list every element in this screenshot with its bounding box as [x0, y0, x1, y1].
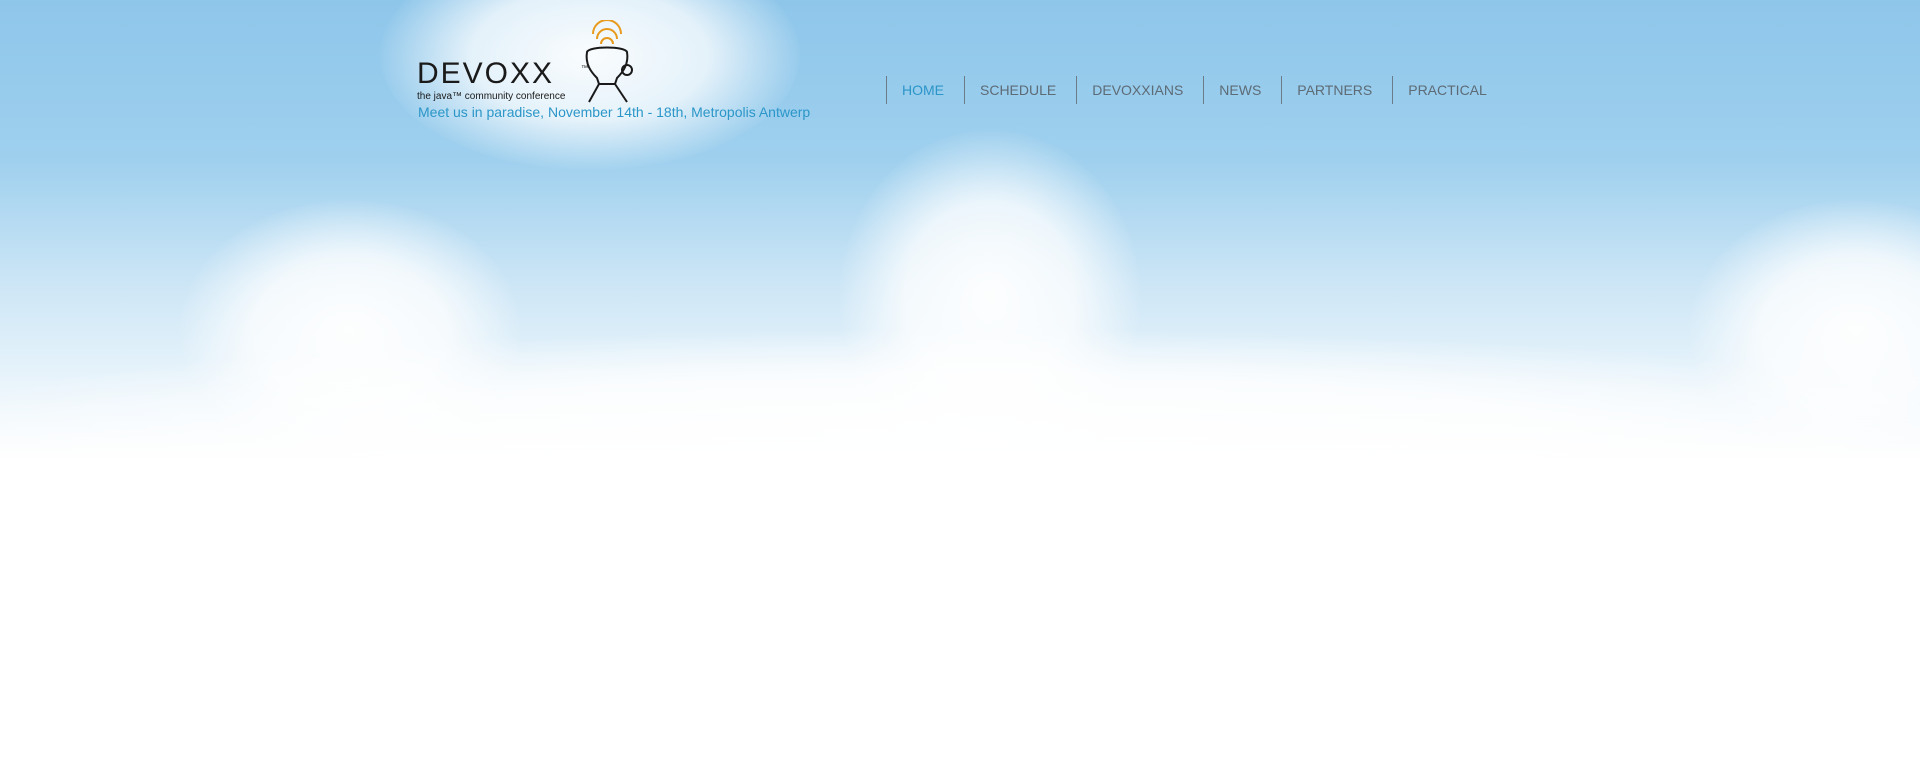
coffee-cup-icon — [585, 20, 633, 103]
nav-item-practical[interactable]: PRACTICAL — [1392, 76, 1507, 104]
devoxx-logo[interactable]: DEVOXX ™ the java™ community conference — [417, 20, 637, 104]
nav-item-devoxxians[interactable]: DEVOXXIANS — [1076, 76, 1203, 104]
logo-wordmark-text: DEVOXX — [417, 57, 554, 90]
nav-item-home[interactable]: HOME — [886, 76, 964, 104]
site-header: DEVOXX ™ the java™ community conference … — [0, 0, 1920, 130]
main-nav: HOME SCHEDULE DEVOXXIANS NEWS PARTNERS P… — [886, 76, 1507, 104]
tagline: Meet us in paradise, November 14th - 18t… — [418, 104, 811, 120]
logo-trademark: ™ — [581, 65, 588, 72]
nav-item-news[interactable]: NEWS — [1203, 76, 1281, 104]
logo-subtitle: the java™ community conference — [417, 91, 566, 102]
nav-item-partners[interactable]: PARTNERS — [1281, 76, 1392, 104]
nav-item-schedule[interactable]: SCHEDULE — [964, 76, 1076, 104]
